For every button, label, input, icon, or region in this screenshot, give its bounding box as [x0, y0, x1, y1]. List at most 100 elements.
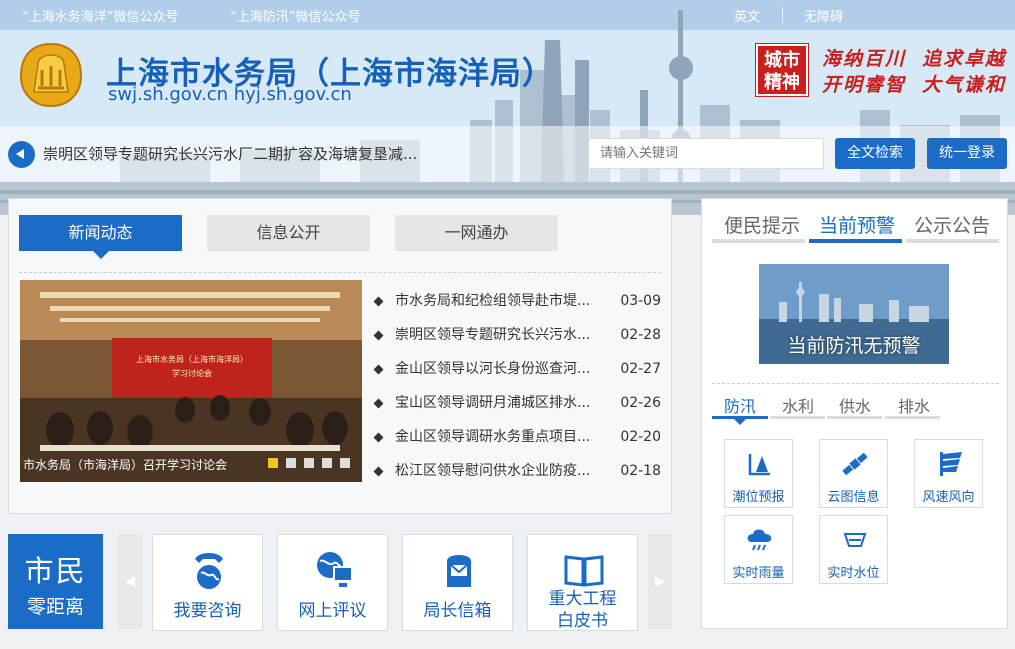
news-title[interactable]: 金山区领导调研水务重点项目... — [395, 420, 590, 454]
tab-underline — [906, 239, 999, 243]
meeting-photo: 上海市水务局（上海市海洋局） 学习讨论会 — [20, 280, 362, 482]
tile-rainfall[interactable]: 实时雨量 — [724, 515, 793, 584]
service-online-review[interactable]: 网上评议 — [277, 534, 388, 631]
wind-flag-icon — [940, 452, 962, 476]
seal-line-2: 精神 — [764, 72, 800, 93]
service-director-mailbox[interactable]: 局长信箱 — [402, 534, 513, 631]
list-item[interactable]: 宝山区领导调研月浦城区排水... 02-26 — [373, 386, 663, 420]
carousel-dots — [260, 456, 350, 472]
list-item[interactable]: 崇明区领导专题研究长兴污水... 02-28 — [373, 318, 663, 352]
unified-login-button[interactable]: 统一登录 — [927, 138, 1007, 169]
top-divider — [782, 7, 783, 23]
service-label: 重大工程 — [548, 589, 617, 609]
slogan-2: 追求卓越 — [922, 48, 1007, 70]
subtab-water-conservancy[interactable]: 水利 — [782, 393, 814, 417]
tab-online-services[interactable]: 一网通办 — [395, 215, 558, 251]
subtab-underline — [770, 416, 825, 419]
citizen-zero-distance-block[interactable]: 市民 零距离 — [8, 534, 103, 629]
flood-warning-image[interactable]: 当前防汛无预警 — [759, 264, 949, 364]
services-next-button[interactable]: ▶ — [648, 534, 672, 629]
citizen-subtitle: 零距离 — [26, 596, 84, 618]
wechat-link-water[interactable]: “上海水务海洋”微信公众号 — [22, 6, 178, 25]
news-ticker[interactable]: 崇明区领导专题研究长兴污水厂二期扩容及海塘复垦减... — [43, 143, 417, 164]
fulltext-search-button[interactable]: 全文检索 — [835, 138, 915, 169]
warning-status-text: 当前防汛无预警 — [787, 335, 921, 357]
banner-line-2: 学习讨论会 — [172, 368, 212, 378]
subtab-water-supply[interactable]: 供水 — [839, 393, 871, 417]
tab-news[interactable]: 新闻动态 — [19, 215, 182, 259]
satellite-icon — [842, 452, 868, 476]
news-title[interactable]: 市水务局和纪检组领导赴市堤... — [395, 284, 590, 318]
tab-convenience-tips[interactable]: 便民提示 — [724, 211, 800, 238]
tab-announcements[interactable]: 公示公告 — [914, 211, 990, 238]
news-list: 市水务局和纪检组领导赴市堤... 03-09 崇明区领导专题研究长兴污水... 02… — [373, 284, 663, 488]
news-date: 02-18 — [620, 463, 661, 479]
list-item[interactable]: 松江区领导慰问供水企业防疫... 02-18 — [373, 454, 663, 488]
tile-tide-forecast[interactable]: 潮位预报 — [724, 439, 793, 508]
wechat-link-flood[interactable]: “上海防汛”微信公众号 — [230, 6, 360, 25]
panel-divider — [712, 383, 999, 384]
news-date: 03-09 — [620, 293, 661, 309]
accessibility-link[interactable]: 无障碍 — [804, 6, 843, 25]
service-label: 我要咨询 — [173, 601, 242, 621]
news-date: 02-26 — [620, 395, 661, 411]
tile-label: 风速风向 — [922, 490, 975, 505]
tile-water-level[interactable]: 实时水位 — [819, 515, 888, 584]
book-icon — [564, 555, 604, 587]
phone-globe-icon — [195, 553, 223, 589]
service-consult[interactable]: 我要咨询 — [152, 534, 263, 631]
news-divider — [19, 272, 661, 273]
top-bar: “上海水务海洋”微信公众号 “上海防汛”微信公众号 英文 无障碍 — [0, 0, 1015, 30]
list-item[interactable]: 金山区领导调研水务重点项目... 02-20 — [373, 420, 663, 454]
photo-caption: 市水务局（市海洋局）召开学习讨论会 — [23, 458, 228, 472]
news-title[interactable]: 金山区领导以河长身份巡查河... — [395, 352, 590, 386]
tab-underline — [712, 239, 805, 243]
water-level-icon — [843, 533, 867, 547]
news-title[interactable]: 宝山区领导调研月浦城区排水... — [395, 386, 590, 420]
header-banner — [0, 0, 1015, 215]
tide-icon — [748, 454, 770, 476]
computer-globe-icon — [317, 552, 353, 587]
carousel-dot-2[interactable] — [286, 458, 296, 468]
service-label: 局长信箱 — [423, 601, 492, 621]
city-spirit-seal: 城市 精神 — [755, 43, 809, 97]
service-label: 网上评议 — [298, 601, 367, 621]
tab-underline-active — [809, 239, 902, 243]
mailbox-icon — [447, 555, 471, 587]
tile-label: 云图信息 — [827, 490, 880, 505]
carousel-dot-4[interactable] — [322, 458, 332, 468]
subtab-underline — [827, 416, 882, 419]
tab-info-disclosure[interactable]: 信息公开 — [207, 215, 370, 251]
news-date: 02-28 — [620, 327, 661, 343]
alerts-panel: 便民提示 当前预警 公示公告 当前防汛无预警 防汛 水利 供水 排水 潮位预报 — [701, 198, 1008, 629]
service-label-line-2: 白皮书 — [557, 611, 608, 631]
slogan-4: 大气谦和 — [922, 74, 1007, 96]
list-item[interactable]: 市水务局和纪检组领导赴市堤... 03-09 — [373, 284, 663, 318]
news-date: 02-20 — [620, 429, 661, 445]
carousel-dot-5[interactable] — [340, 458, 350, 468]
tile-cloud-imagery[interactable]: 云图信息 — [819, 439, 888, 508]
news-title[interactable]: 松江区领导慰问供水企业防疫... — [395, 454, 590, 488]
service-whitepaper[interactable]: 重大工程 白皮书 — [527, 534, 638, 631]
subtab-flood-control[interactable]: 防汛 — [724, 393, 756, 417]
seal-line-1: 城市 — [764, 50, 800, 71]
news-carousel-photo[interactable]: 上海市水务局（上海市海洋局） 学习讨论会 市水务局（市海洋局）召开学习讨论会 — [20, 280, 362, 482]
subtab-drainage[interactable]: 排水 — [898, 393, 930, 417]
tile-label: 实时雨量 — [732, 566, 785, 581]
carousel-dot-1[interactable] — [268, 458, 278, 468]
carousel-dot-3[interactable] — [304, 458, 314, 468]
tile-label: 实时水位 — [827, 566, 880, 581]
services-prev-button[interactable]: ◀ — [118, 534, 142, 629]
news-title[interactable]: 崇明区领导专题研究长兴污水... — [395, 318, 590, 352]
slogan-3: 开明睿智 — [822, 74, 907, 96]
search-input[interactable] — [588, 138, 824, 169]
news-panel: 新闻动态 信息公开 一网通办 上海市水务局（上海市海洋局） 学习讨论会 市水务局… — [8, 198, 672, 514]
tab-current-warning[interactable]: 当前预警 — [819, 211, 895, 238]
site-domains: swj.sh.gov.cn hyj.sh.gov.cn — [108, 84, 352, 105]
tile-wind[interactable]: 风速风向 — [914, 439, 983, 508]
subtab-underline-active — [712, 416, 768, 425]
english-link[interactable]: 英文 — [734, 6, 760, 25]
list-item[interactable]: 金山区领导以河长身份巡查河... 02-27 — [373, 352, 663, 386]
news-date: 02-27 — [620, 361, 661, 377]
site-emblem-icon[interactable] — [18, 42, 84, 108]
